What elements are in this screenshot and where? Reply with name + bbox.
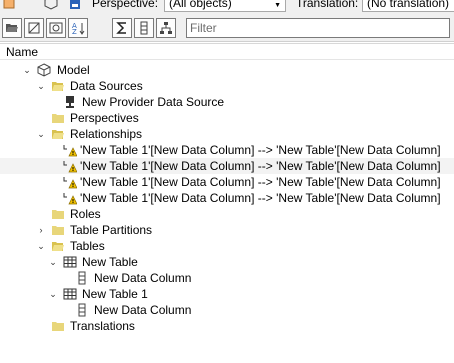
- tree-item-table-partitions[interactable]: › Table Partitions: [0, 222, 454, 238]
- hide-button[interactable]: [24, 18, 44, 38]
- chevron-down-icon[interactable]: ⌄: [36, 80, 46, 92]
- relationship-warning-icon: [63, 145, 77, 157]
- folder-icon: [52, 322, 64, 331]
- filter-placeholder: Filter: [190, 21, 217, 35]
- chevron-right-icon[interactable]: ›: [36, 224, 46, 236]
- chevron-down-icon: ▼: [274, 2, 281, 9]
- tree-item-label: Roles: [70, 207, 101, 221]
- perspective-value: (All objects): [169, 0, 232, 10]
- folder-open-icon: [52, 82, 64, 91]
- hierarchy-button[interactable]: [156, 18, 176, 38]
- chevron-down-icon[interactable]: ⌄: [22, 64, 32, 76]
- table-icon: [63, 256, 77, 268]
- tree-item-label: New Data Column: [94, 271, 192, 285]
- tree-item-label: New Provider Data Source: [82, 95, 225, 109]
- chevron-down-icon[interactable]: ⌄: [48, 288, 58, 300]
- filter-input[interactable]: Filter: [186, 18, 450, 38]
- tree-item-label: 'New Table 1'[New Data Column] --> 'New …: [80, 159, 441, 173]
- tree-item-label: New Data Column: [94, 303, 192, 317]
- column-icon: [78, 303, 86, 317]
- tree-item-label: Perspectives: [70, 111, 139, 125]
- data-source-icon: [66, 96, 74, 108]
- link-button[interactable]: [46, 18, 66, 38]
- tree-item-relationship[interactable]: 'New Table 1'[New Data Column] --> 'New …: [0, 158, 454, 174]
- tree-item-relationship[interactable]: 'New Table 1'[New Data Column] --> 'New …: [0, 174, 454, 190]
- table-icon: [63, 288, 77, 300]
- hierarchy-icon: [160, 22, 172, 34]
- tree-toolbar: AZ Filter: [0, 14, 454, 42]
- folder-open-icon: [52, 242, 64, 251]
- tree-item-relationship[interactable]: 'New Table 1'[New Data Column] --> 'New …: [0, 142, 454, 158]
- tree-item-new-table-1[interactable]: ⌄ New Table 1: [0, 286, 454, 302]
- translation-select[interactable]: (No translation): [362, 0, 454, 12]
- tree-item-label: Translations: [70, 319, 135, 333]
- tree-item-column[interactable]: New Data Column: [0, 302, 454, 318]
- tree-item-provider-data-source[interactable]: New Provider Data Source: [0, 94, 454, 110]
- tree-item-translations[interactable]: Translations: [0, 318, 454, 334]
- cube-icon[interactable]: [44, 0, 58, 10]
- top-toolbar: Perspective: (All objects) ▼ Translation…: [0, 0, 454, 14]
- folder-icon: [52, 210, 64, 219]
- edit-icon[interactable]: [2, 0, 16, 10]
- tree-item-tables[interactable]: ⌄ Tables: [0, 238, 454, 254]
- relationship-warning-icon: [63, 177, 77, 189]
- translation-label: Translation:: [296, 0, 359, 10]
- perspective-label: Perspective:: [92, 0, 159, 10]
- perspective-icon: [70, 0, 80, 9]
- tree-item-label: 'New Table 1'[New Data Column] --> 'New …: [80, 175, 441, 189]
- tree-item-perspectives[interactable]: Perspectives: [0, 110, 454, 126]
- tree-item-relationships[interactable]: ⌄ Relationships: [0, 126, 454, 142]
- folder-icon: [52, 226, 64, 235]
- relationship-warning-icon: [63, 193, 77, 205]
- tree-item-model[interactable]: ⌄ Model: [0, 62, 454, 78]
- tree-item-label: Table Partitions: [70, 223, 153, 237]
- relationship-warning-icon: [63, 161, 77, 173]
- cube-icon: [37, 63, 51, 77]
- sum-icon: [116, 22, 126, 34]
- tree-item-label: Relationships: [70, 127, 143, 141]
- tree-item-label: 'New Table 1'[New Data Column] --> 'New …: [80, 191, 441, 205]
- open-folder-icon: [6, 24, 18, 32]
- header-divider: [0, 43, 454, 44]
- chevron-down-icon[interactable]: ⌄: [48, 256, 58, 268]
- perspective-select[interactable]: (All objects) ▼: [164, 0, 286, 12]
- tree-item-label: 'New Table 1'[New Data Column] --> 'New …: [80, 143, 441, 157]
- tree-item-label: New Table: [82, 255, 138, 269]
- tree-item-data-sources[interactable]: ⌄ Data Sources: [0, 78, 454, 94]
- sort-button[interactable]: AZ: [68, 18, 88, 38]
- svg-text:Z: Z: [72, 28, 77, 35]
- measure-button[interactable]: [112, 18, 132, 38]
- tree-item-roles[interactable]: Roles: [0, 206, 454, 222]
- tree-item-relationship[interactable]: 'New Table 1'[New Data Column] --> 'New …: [0, 190, 454, 206]
- hide-icon: [28, 22, 40, 34]
- tree-item-label: New Table 1: [82, 287, 148, 301]
- folder-icon: [52, 114, 64, 123]
- folder-open-icon: [52, 130, 64, 139]
- translation-value: (No translation): [367, 0, 450, 10]
- column-icon: [140, 21, 148, 35]
- tree-item-new-table[interactable]: ⌄ New Table: [0, 254, 454, 270]
- column-button[interactable]: [134, 18, 154, 38]
- tree-item-label: Data Sources: [70, 79, 143, 93]
- tree-item-label: Tables: [70, 239, 105, 253]
- column-header[interactable]: Name: [0, 43, 454, 60]
- column-icon: [78, 271, 86, 285]
- tree-item-label: Model: [57, 63, 90, 77]
- tree-item-column[interactable]: New Data Column: [0, 270, 454, 286]
- sort-az-icon: AZ: [72, 22, 85, 35]
- chevron-down-icon[interactable]: ⌄: [36, 240, 46, 252]
- name-column-header: Name: [6, 45, 39, 59]
- link-icon: [49, 22, 63, 34]
- chevron-down-icon[interactable]: ⌄: [36, 128, 46, 140]
- open-folder-button[interactable]: [2, 18, 22, 38]
